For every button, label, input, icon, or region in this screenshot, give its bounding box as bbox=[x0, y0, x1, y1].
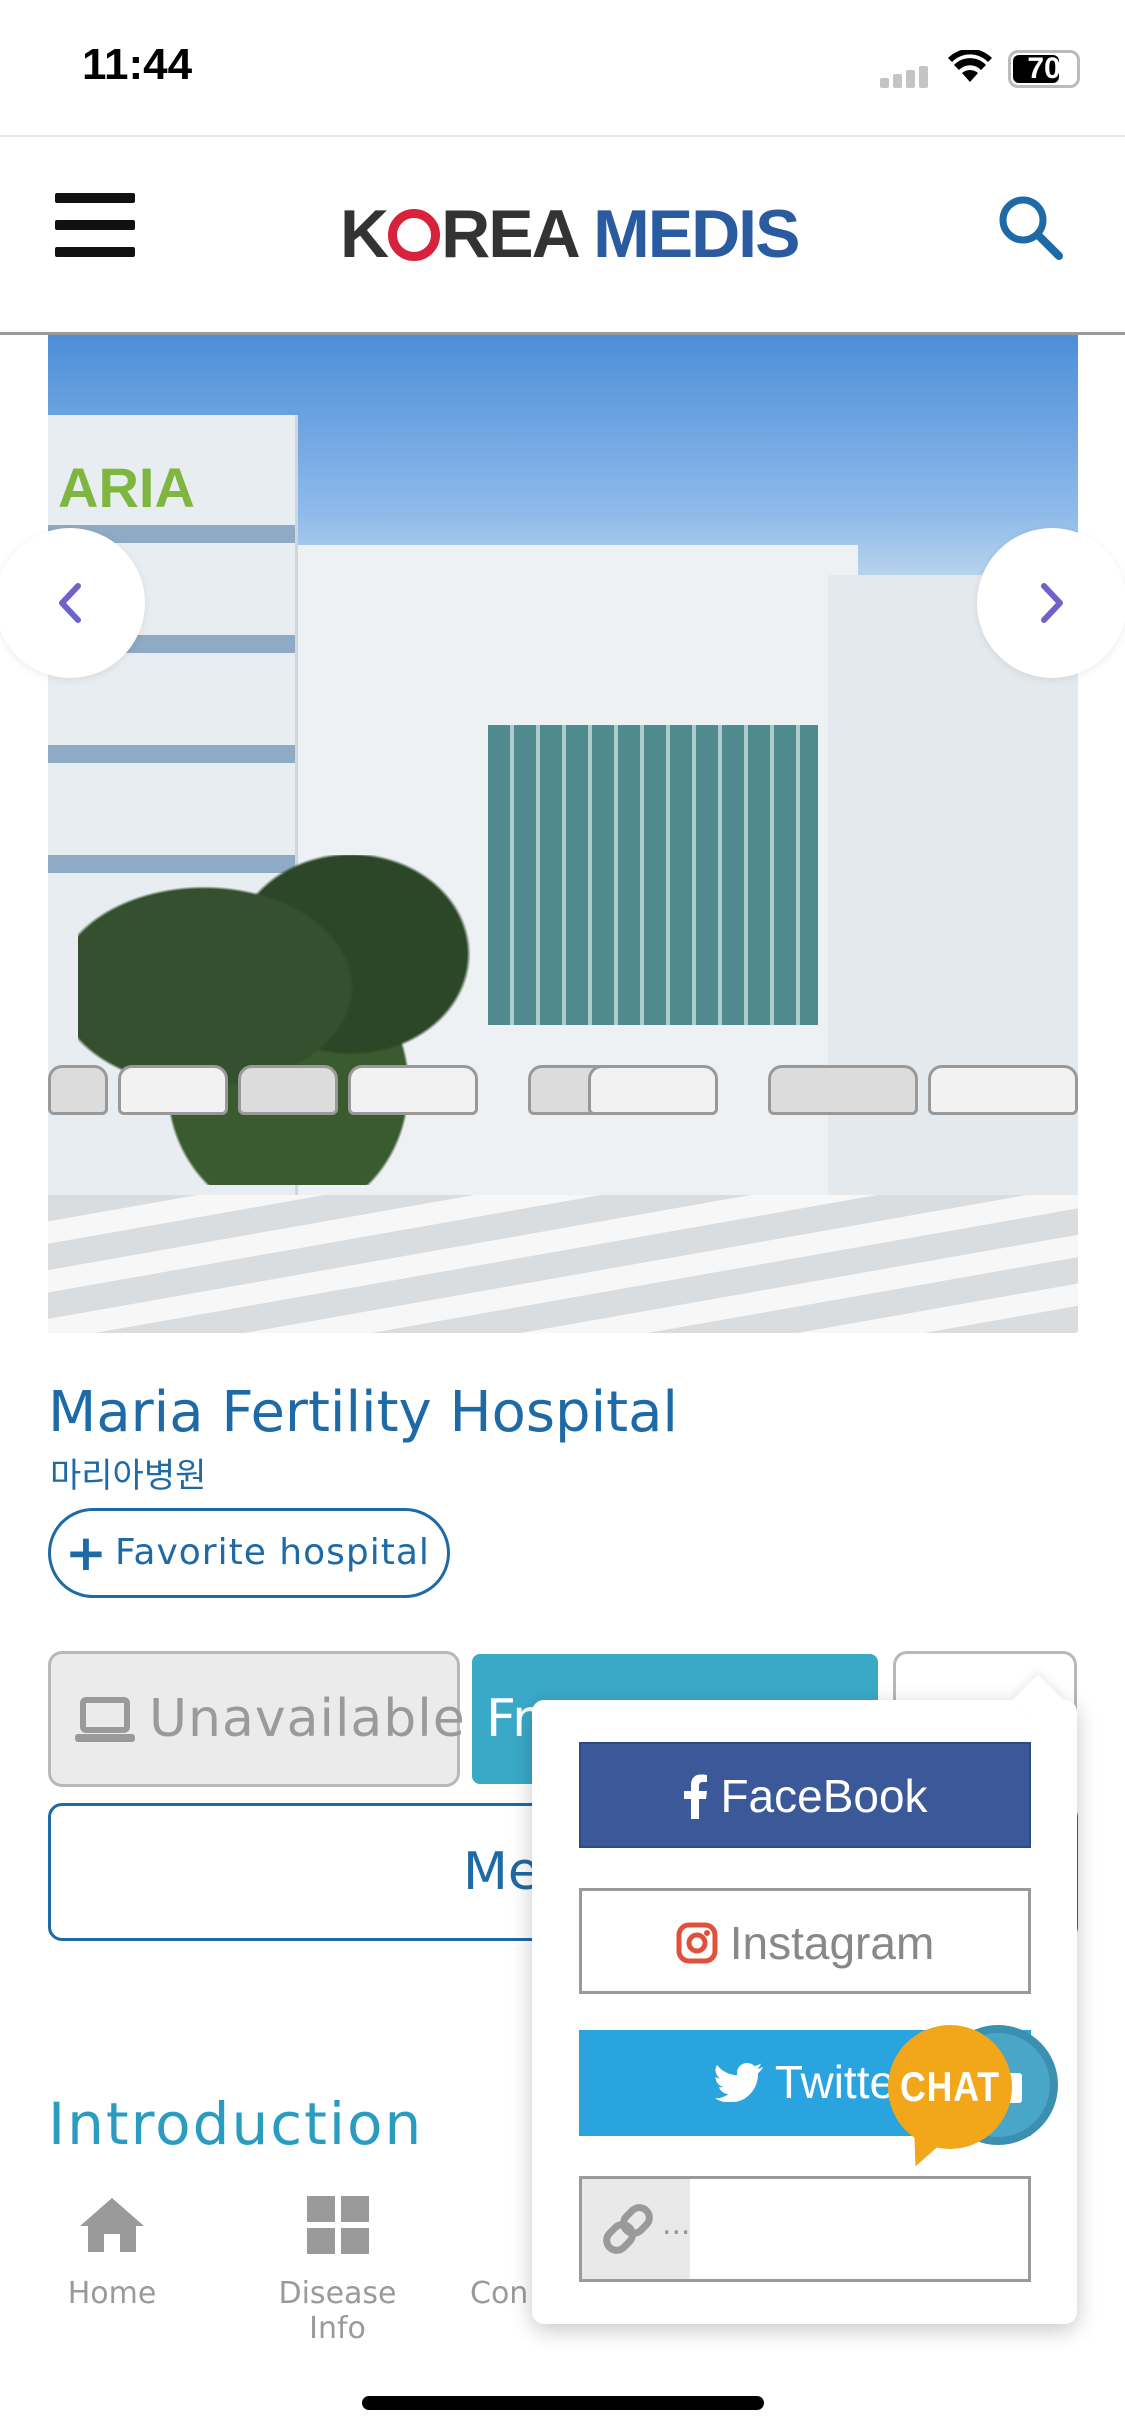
logo-text-korea: REA bbox=[441, 196, 594, 272]
menu-line bbox=[55, 193, 135, 203]
carousel-prev-button[interactable] bbox=[0, 528, 145, 678]
chat-label: CHAT bbox=[900, 2063, 1000, 2110]
menu-line bbox=[55, 247, 135, 257]
chat-button[interactable]: CHAT bbox=[888, 2025, 1058, 2175]
twitter-icon bbox=[714, 2062, 763, 2102]
logo-text-k: K bbox=[340, 196, 389, 272]
plus-icon: + bbox=[65, 1524, 108, 1582]
introduction-heading: Introduction bbox=[48, 2090, 424, 2158]
chevron-right-icon bbox=[1041, 583, 1063, 623]
logo-o-ring bbox=[388, 209, 441, 261]
instagram-icon bbox=[676, 1922, 718, 1964]
signal-icon bbox=[880, 66, 932, 88]
link-icon-box: ... bbox=[582, 2179, 690, 2279]
tab-home[interactable]: Home bbox=[62, 2190, 162, 2311]
twitter-label: Twitte bbox=[774, 2056, 896, 2108]
free-consult-label: Fr bbox=[486, 1689, 534, 1749]
wifi-icon bbox=[948, 50, 992, 82]
grid-icon bbox=[306, 2196, 369, 2254]
share-facebook-button[interactable]: FaceBook bbox=[579, 1742, 1031, 1848]
chevron-left-icon bbox=[59, 583, 81, 623]
share-link-field[interactable]: ... bbox=[579, 2176, 1031, 2282]
tab-disease-info-label: Disease Info bbox=[278, 2276, 397, 2346]
favorite-hospital-button[interactable]: + Favorite hospital bbox=[48, 1508, 450, 1598]
menu-line bbox=[55, 220, 135, 230]
message-label: Me bbox=[463, 1842, 540, 1902]
home-indicator[interactable] bbox=[362, 2396, 764, 2410]
home-icon bbox=[80, 2198, 144, 2252]
tab-disease-info[interactable]: Disease Info bbox=[250, 2190, 425, 2346]
photo-cars bbox=[48, 1065, 1078, 1165]
facebook-label: FaceBook bbox=[720, 1770, 928, 1822]
tab-home-label: Home bbox=[67, 2276, 157, 2311]
search-icon[interactable] bbox=[995, 192, 1065, 262]
app-header: K REA MEDIS bbox=[0, 135, 1125, 335]
photo-building-sign: ARIA bbox=[58, 456, 195, 519]
share-popover: FaceBook Instagram Twitte ... bbox=[532, 1674, 1077, 2324]
hospital-name: Maria Fertility Hospital bbox=[48, 1380, 678, 1445]
hospital-photo: ARIA bbox=[48, 335, 1078, 1333]
menu-button[interactable] bbox=[55, 193, 135, 265]
laptop-icon bbox=[75, 1697, 135, 1742]
facebook-icon bbox=[684, 1774, 708, 1819]
photo-glass-facade bbox=[488, 725, 818, 1025]
link-placeholder: ... bbox=[662, 2204, 691, 2242]
battery-icon: 70 bbox=[1008, 50, 1080, 88]
unavailable-label: Unavailable bbox=[149, 1689, 466, 1749]
battery-level: 70 bbox=[1027, 52, 1061, 85]
favorite-hospital-label: Favorite hospital bbox=[115, 1532, 430, 1573]
status-bar: 11:44 70 bbox=[0, 0, 1125, 135]
hospital-name-korean: 마리아병원 bbox=[50, 1456, 207, 1496]
link-icon bbox=[603, 2204, 653, 2254]
korea-medis-logo[interactable]: K REA MEDIS bbox=[340, 195, 800, 273]
instagram-label: Instagram bbox=[729, 1917, 935, 1969]
carousel-next-button[interactable] bbox=[977, 528, 1125, 678]
status-time: 11:44 bbox=[82, 40, 193, 89]
unavailable-button[interactable]: Unavailable bbox=[48, 1651, 465, 1787]
logo-text-medis: MEDIS bbox=[593, 196, 800, 272]
share-instagram-button[interactable]: Instagram bbox=[579, 1888, 1031, 1994]
photo-crosswalk bbox=[48, 1195, 1078, 1333]
